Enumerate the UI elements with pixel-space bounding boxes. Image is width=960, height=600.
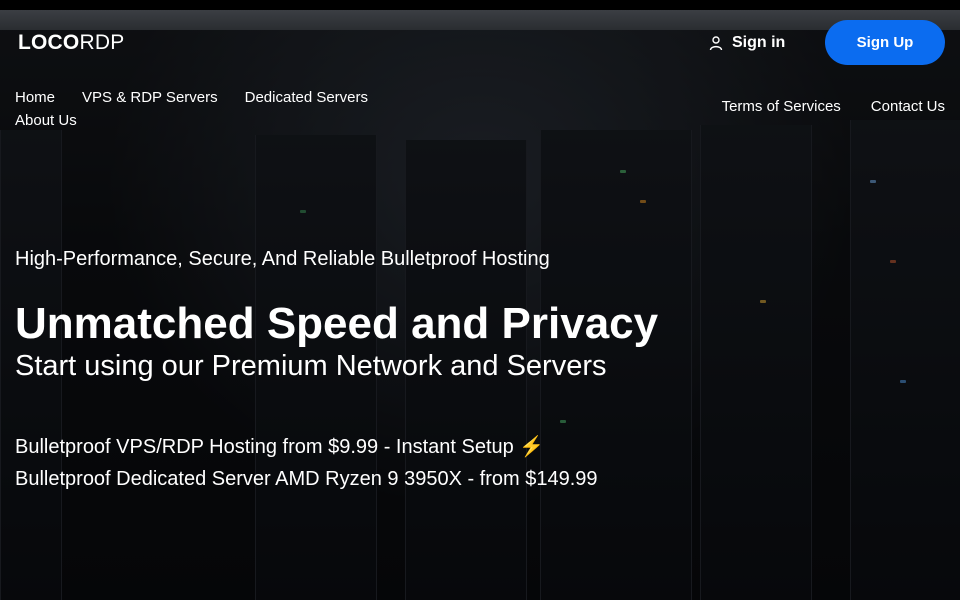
nav-item-vps-rdp[interactable]: VPS & RDP Servers <box>82 86 218 109</box>
logo-bold-text: LOCO <box>18 31 80 54</box>
offer-dedicated: Bulletproof Dedicated Server AMD Ryzen 9… <box>15 468 598 490</box>
top-strip-shade <box>0 10 960 30</box>
user-icon <box>708 35 724 51</box>
signin-link[interactable]: Sign in <box>708 31 785 55</box>
nav-item-terms[interactable]: Terms of Services <box>722 98 841 115</box>
nav-item-dedicated[interactable]: Dedicated Servers <box>245 86 368 109</box>
secondary-nav: Terms of Services Contact Us <box>722 98 945 115</box>
signup-button[interactable]: Sign Up <box>825 20 945 65</box>
site-logo[interactable]: LOCORDP <box>18 31 124 55</box>
primary-nav: Home VPS & RDP Servers Dedicated Servers Ab… <box>15 86 435 132</box>
offer-vps: Bulletproof VPS/RDP Hosting from $9.99 -… <box>15 436 545 458</box>
hero-tagline: High-Performance, Secure, And Reliable B… <box>15 248 550 270</box>
hero-subheadline: Start using our Premium Network and Serv… <box>15 350 607 382</box>
hero-headline: Unmatched Speed and Privacy <box>15 299 659 348</box>
nav-item-home[interactable]: Home <box>15 86 55 109</box>
nav-item-contact[interactable]: Contact Us <box>871 98 945 115</box>
logo-light-text: RDP <box>79 31 125 54</box>
nav-item-about[interactable]: About Us <box>15 109 77 132</box>
top-strip <box>0 0 960 10</box>
signin-label: Sign in <box>732 34 786 51</box>
